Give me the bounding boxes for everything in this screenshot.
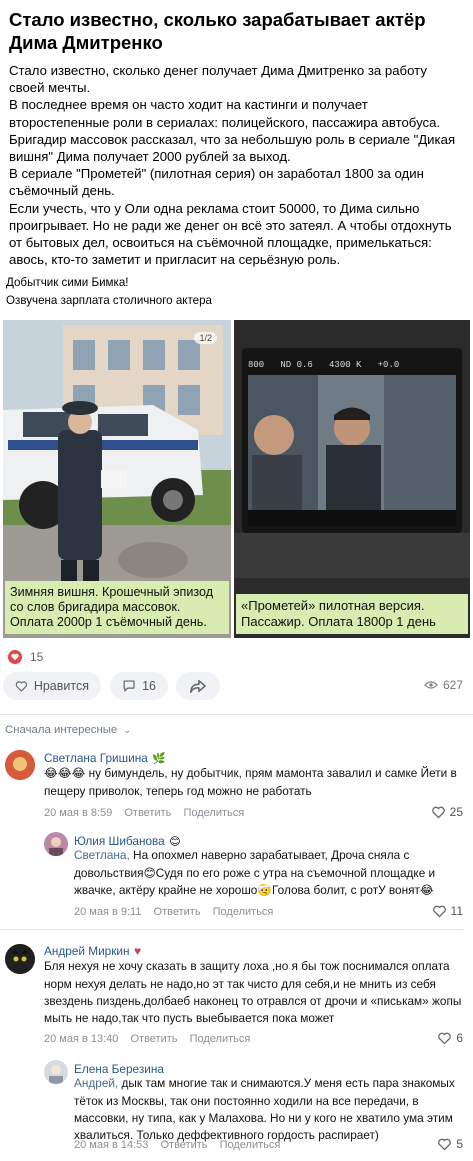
heart-outline-icon (15, 681, 28, 692)
image-counter-badge: 1/2 (194, 332, 217, 345)
comments-count: 16 (142, 679, 156, 694)
comment-icon (123, 680, 135, 692)
photo-police-scene[interactable]: 1/2 Зимняя вишня. Крошечный эпизод со сл… (3, 320, 231, 639)
comment-like-button[interactable]: 11 (432, 904, 463, 918)
comment-meta: 20 мая в 13:40 Ответить Поделиться (44, 1033, 259, 1045)
comment-date[interactable]: 20 мая в 14:53 (74, 1139, 148, 1151)
post-paragraph: В сериале "Прометей" (пилотная серия) он… (9, 166, 424, 199)
comment-author[interactable]: Юлия Шибанова (74, 834, 165, 848)
comment-meta: 20 мая в 9:11 Ответить Поделиться (74, 906, 282, 918)
chevron-down-icon: ⌄ (123, 725, 131, 736)
views-counter: 627 (423, 678, 463, 693)
comment-like-button[interactable]: 25 (431, 805, 463, 819)
comment-like-count: 5 (456, 1137, 463, 1152)
avatar[interactable] (44, 1060, 68, 1085)
comment-like-count: 25 (449, 805, 463, 820)
reply-button[interactable]: Ответить (130, 1033, 177, 1045)
comment-text: Светлана, На опохмел наверно зарабатывае… (74, 847, 466, 899)
reply-button[interactable]: Ответить (154, 906, 201, 918)
post-paragraph: Бригадир массовок рассказал, что за небо… (9, 131, 456, 165)
heart-icon (8, 650, 22, 665)
comment-text: Бля нехуя не хочу сказать в защиту лоха … (44, 959, 462, 1026)
like-label: Нравится (33, 679, 89, 694)
post-extra-line: Добытчик сими Бимка! (6, 276, 129, 290)
comment-text: 😂😂😂 ну бимундель, ну добытчик, прям мамо… (44, 766, 457, 798)
reactions-summary[interactable]: 15 (0, 638, 473, 665)
image-caption-right: «Прометей» пилотная версия. Пассажир. Оп… (236, 594, 468, 635)
photo-filming-monitor[interactable]: 800 ND 0.6 4300 K +0.0 «Прометей» пилотн… (234, 320, 470, 639)
comment-like-button[interactable]: 6 (437, 1031, 463, 1045)
comment-meta: 20 мая в 8:59 Ответить Поделиться (44, 807, 253, 819)
comment-divider (0, 929, 463, 931)
share-link[interactable]: Поделиться (190, 1033, 251, 1045)
reply-button[interactable]: Ответить (124, 807, 171, 819)
reaction-count: 15 (30, 650, 44, 665)
post-body: Стало известно, сколько денег получает Д… (0, 54, 473, 268)
comment-like-button[interactable]: 5 (437, 1137, 463, 1151)
eye-icon (423, 681, 438, 690)
share-link[interactable]: Поделиться (183, 807, 244, 819)
heart-outline-icon (438, 1032, 452, 1045)
views-count: 627 (442, 678, 463, 693)
comments-sort-dropdown[interactable]: Сначала интересные ⌄ (0, 715, 473, 736)
post-extra-line: Озвучена зарплата столичного актера (6, 294, 213, 308)
comments-button[interactable]: 16 (110, 672, 168, 701)
post-paragraph: В последнее время он часто ходит на каст… (9, 97, 441, 130)
comment-date[interactable]: 20 мая в 9:11 (74, 906, 141, 918)
reply-button[interactable]: Ответить (160, 1139, 207, 1151)
post-media: 1/2 Зимняя вишня. Крошечный эпизод со сл… (0, 320, 473, 639)
comment-meta: 20 мая в 14:53 Ответить Поделиться (74, 1139, 289, 1151)
comment-author[interactable]: Андрей Миркин (44, 944, 130, 958)
heart-icon: ♥ (133, 944, 142, 959)
heart-outline-icon (432, 905, 446, 918)
heart-outline-icon (431, 806, 445, 819)
post-extra: Добытчик сими Бимка! Озвучена зарплата с… (0, 268, 473, 310)
comment-like-count: 6 (456, 1031, 463, 1046)
comment-date[interactable]: 20 мая в 13:40 (44, 1033, 118, 1045)
share-icon (190, 680, 206, 694)
comment-date[interactable]: 20 мая в 8:59 (44, 807, 112, 819)
avatar[interactable] (5, 944, 35, 975)
reply-mention[interactable]: Светлана, (74, 848, 130, 862)
post-paragraph: Стало известно, сколько денег получает Д… (9, 63, 427, 96)
comment-body: дык там многие так и снимаются.У меня ес… (74, 1076, 455, 1143)
share-button[interactable] (176, 672, 220, 701)
leaf-icon: 🌿 (152, 753, 166, 766)
monitor-readout: 800 ND 0.6 4300 K +0.0 (248, 360, 400, 371)
comment-author[interactable]: Светлана Гришина (44, 751, 148, 765)
avatar[interactable] (5, 750, 35, 781)
share-link[interactable]: Поделиться (220, 1139, 281, 1151)
comment-author[interactable]: Елена Березина (74, 1062, 164, 1076)
image-caption-left: Зимняя вишня. Крошечный эпизод со слов б… (5, 581, 229, 635)
comments-list: Светлана Гришина 🌿 😂😂😂 ну бимундель, ну … (0, 736, 473, 1156)
like-button[interactable]: Нравится (3, 672, 101, 701)
heart-outline-icon (438, 1138, 452, 1151)
post-paragraph: Если учесть, что у Оли одна реклама стои… (9, 200, 452, 268)
post-actions: Нравится 16 627 (0, 672, 473, 704)
share-link[interactable]: Поделиться (213, 906, 274, 918)
post-title: Стало известно, сколько зарабатывает акт… (9, 9, 426, 53)
avatar[interactable] (44, 832, 68, 857)
sort-label: Сначала интересные (5, 724, 118, 737)
comment-like-count: 11 (450, 904, 463, 919)
reply-mention[interactable]: Андрей, (74, 1076, 118, 1090)
comment-text: Андрей, дык там многие так и снимаются.У… (74, 1075, 466, 1144)
